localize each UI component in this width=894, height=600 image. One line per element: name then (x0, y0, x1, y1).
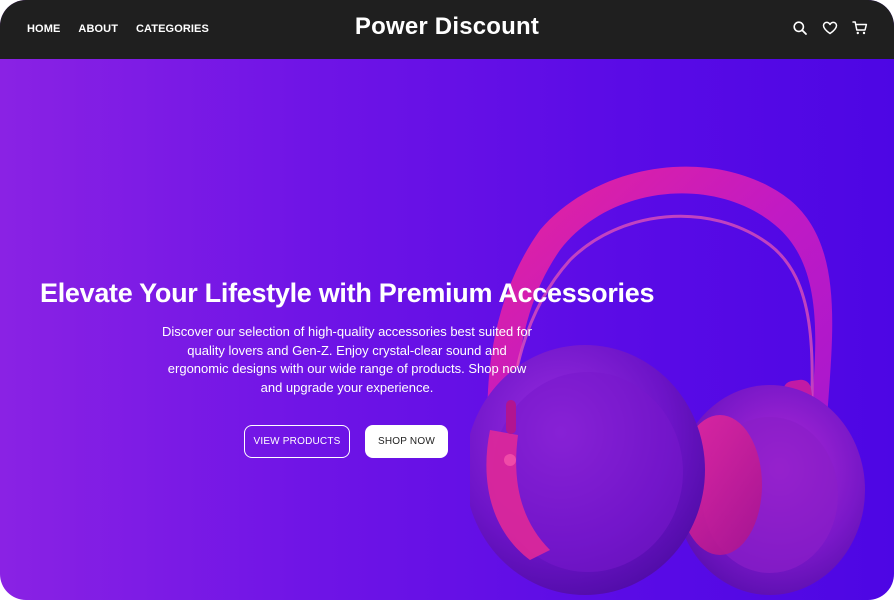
nav-icons (792, 20, 868, 36)
heart-icon[interactable] (822, 20, 838, 36)
shop-now-button[interactable]: SHOP NOW (365, 425, 448, 458)
search-icon[interactable] (792, 20, 808, 36)
page-frame: HOME ABOUT CATEGORIES Power Discount Ele… (0, 0, 894, 600)
view-products-button[interactable]: VIEW PRODUCTS (244, 425, 350, 458)
top-navbar: HOME ABOUT CATEGORIES Power Discount (0, 0, 894, 59)
brand-logo[interactable]: Power Discount (0, 13, 894, 41)
hero-description: Discover our selection of high-quality a… (162, 324, 532, 395)
cart-icon[interactable] (852, 20, 868, 36)
hero-title: Elevate Your Lifestyle with Premium Acce… (40, 278, 655, 308)
